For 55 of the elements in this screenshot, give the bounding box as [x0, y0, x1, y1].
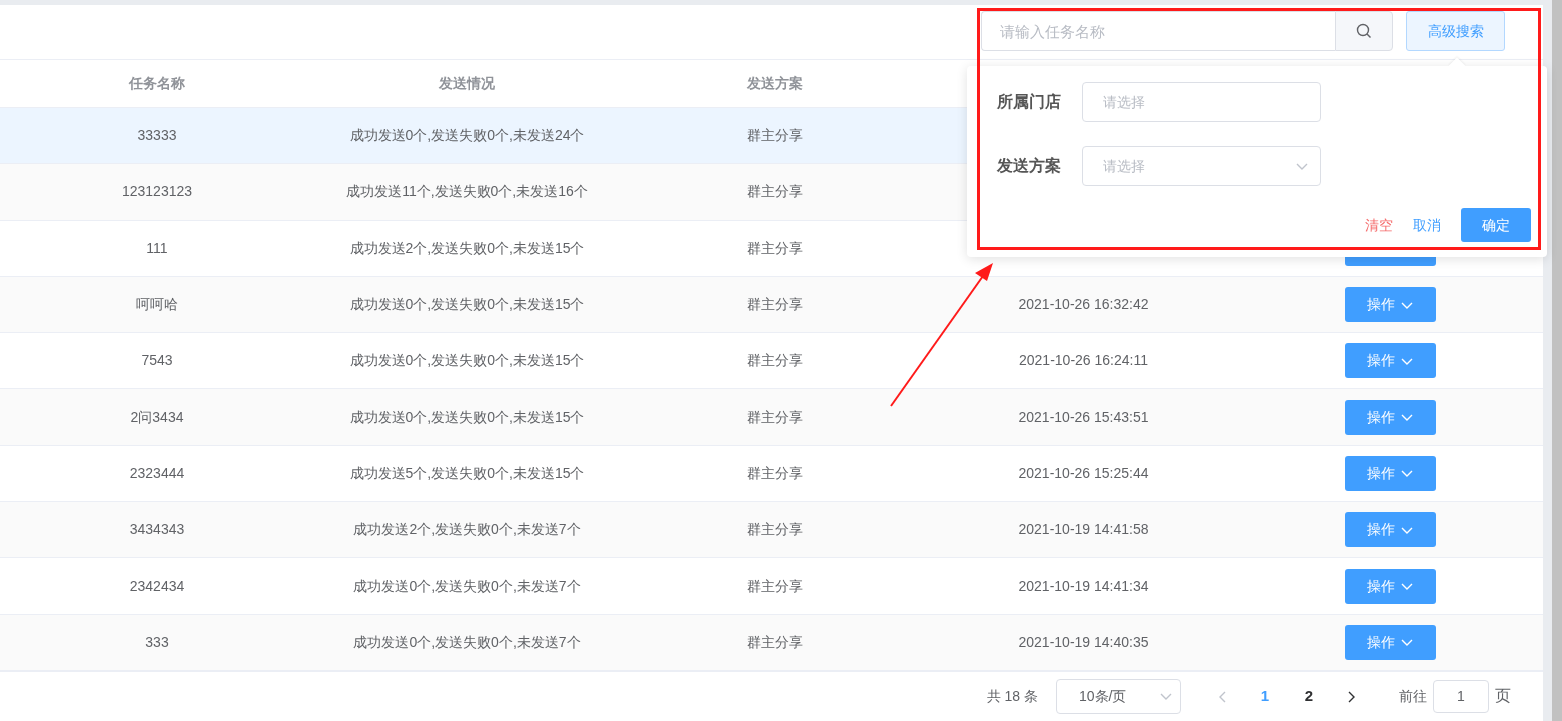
total-count: 共 18 条	[986, 687, 1038, 706]
table-cell-text: 群主分享	[747, 407, 803, 427]
table-cell-text: 2021-10-26 15:25:44	[1018, 463, 1149, 483]
table-cell-text: 2021-10-26 16:24:11	[1019, 351, 1148, 371]
table-cell-text: 333	[145, 632, 169, 652]
scrollbar[interactable]	[1552, 0, 1562, 721]
table-row[interactable]: 2问3434 成功发送0个,发送失败0个,未发送15个 群主分享 2021-10-26 15:43:51 操作	[0, 389, 1543, 446]
table-cell-text: 群主分享	[747, 463, 803, 483]
page-number[interactable]: 2	[1294, 685, 1324, 708]
column-header: 任务名称	[129, 74, 185, 93]
search-icon	[1356, 23, 1372, 39]
table-cell-text: 群主分享	[747, 576, 803, 596]
table-cell-text: 123123123	[121, 182, 193, 202]
table-row[interactable]: 3434343 成功发送2个,发送失败0个,未发送7个 群主分享 2021-10-19 14:41:58 操作	[0, 502, 1543, 559]
table-cell-text: 2021-10-19 14:41:58	[1018, 520, 1149, 540]
table-cell-text: 成功发送0个,发送失败0个,未发送7个	[353, 576, 581, 596]
table-cell-text: 成功发送0个,发送失败0个,未发送15个	[349, 295, 585, 315]
table-cell-text: 成功发送5个,发送失败0个,未发送15个	[349, 463, 585, 483]
page-suffix: 页	[1495, 686, 1511, 707]
store-input[interactable]: 请选择	[1082, 82, 1321, 122]
search-button[interactable]	[1335, 11, 1393, 51]
table-cell-text: 呵呵哈	[136, 295, 178, 315]
table-cell-text: 成功发送2个,发送失败0个,未发送7个	[353, 520, 581, 540]
table-cell-text: 2323444	[129, 463, 185, 483]
table-cell-text: 成功发送0个,发送失败0个,未发送24个	[349, 126, 585, 146]
table-cell-text: 群主分享	[747, 238, 803, 258]
table-cell-text: 7543	[141, 351, 173, 371]
column-header: 发送情况	[439, 74, 495, 93]
table-row[interactable]: 呵呵哈 成功发送0个,发送失败0个,未发送15个 群主分享 2021-10-26 16:32:42 操作	[0, 276, 1543, 334]
table-cell-text: 成功发送2个,发送失败0个,未发送15个	[349, 238, 585, 258]
table-cell-text: 3434343	[129, 520, 185, 540]
table-cell-text: 33333	[137, 126, 177, 146]
table-cell-text: 2021-10-19 14:41:34	[1018, 576, 1149, 596]
table-row[interactable]: 333 成功发送0个,发送失败0个,未发送7个 群主分享 2021-10-19 14:40:35 操作	[0, 614, 1543, 671]
table-cell-text: 成功发送0个,发送失败0个,未发送15个	[349, 351, 585, 371]
column-header: 发送方案	[747, 74, 803, 93]
table-cell-text: 群主分享	[747, 632, 803, 652]
table-cell-text: 2021-10-26 16:32:42	[1018, 295, 1149, 315]
page-size-select[interactable]: 10条/页	[1056, 679, 1181, 714]
table-cell-text: 群主分享	[747, 520, 803, 540]
table-cell-text: 群主分享	[747, 351, 803, 371]
table-cell-text: 2021-10-26 15:43:51	[1018, 407, 1149, 427]
table-row[interactable]: 2342434 成功发送0个,发送失败0个,未发送7个 群主分享 2021-10-19 14:41:34 操作	[0, 558, 1543, 615]
table-cell-text: 群主分享	[747, 126, 803, 146]
table-cell-text: 群主分享	[747, 182, 803, 202]
table-cell-text: 成功发送11个,发送失败0个,未发送16个	[346, 182, 588, 202]
table-cell-text: 2问3434	[130, 407, 184, 427]
page-input[interactable]: 1	[1433, 680, 1489, 713]
table-cell-text: 成功发送0个,发送失败0个,未发送7个	[353, 632, 581, 652]
table-cell-text: 成功发送0个,发送失败0个,未发送15个	[349, 407, 585, 427]
table-cell-text: 群主分享	[747, 295, 803, 315]
goto-label: 前往	[1399, 687, 1427, 706]
table-cell-text: 2021-10-19 14:40:35	[1018, 632, 1149, 652]
table-cell-text: 111	[146, 238, 168, 258]
table-cell-text: 2342434	[129, 576, 185, 596]
